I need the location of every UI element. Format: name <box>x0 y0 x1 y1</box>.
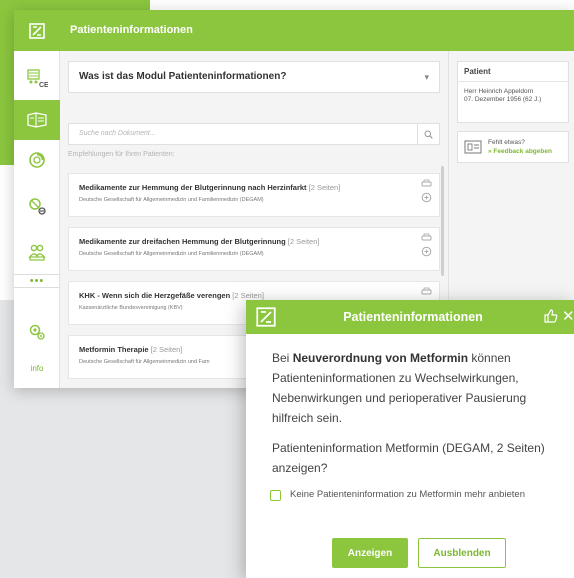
info-leaflet-icon <box>27 112 47 128</box>
module-info-dropdown[interactable]: Was ist das Modul Patienteninformationen… <box>68 61 440 93</box>
sidebar-item-people[interactable] <box>14 232 60 272</box>
preview-icon[interactable] <box>421 192 432 203</box>
header-title: Patienteninformationen <box>60 10 574 51</box>
document-source: Deutsche Gesellschaft für Allgemeinmediz… <box>79 251 264 257</box>
dont-offer-again-label[interactable]: Keine Patienteninformation zu Metformin … <box>290 487 570 502</box>
print-icon[interactable] <box>421 287 432 296</box>
logo-icon <box>29 22 45 39</box>
pill-icon <box>29 152 45 168</box>
document-source: Deutsche Gesellschaft für Allgemeinmediz… <box>79 197 264 203</box>
cart-ce-icon: CE <box>27 69 48 88</box>
sidebar-info-link[interactable]: info <box>14 364 60 373</box>
sidebar-more[interactable]: ••• <box>14 274 60 288</box>
close-icon[interactable]: ✕ <box>562 307 574 327</box>
document-title[interactable]: Metformin Therapie [2 Seiten] <box>79 345 182 354</box>
settings-icon <box>29 324 45 340</box>
search-input[interactable]: Suche nach Dokument... <box>68 123 440 145</box>
patient-heading: Patient <box>458 62 568 82</box>
dialog-question: Patienteninformation Metformin (DEGAM, 2… <box>272 441 545 475</box>
metformin-info-dialog: Patienteninformationen ✕ Bei Neuverordnu… <box>246 300 574 578</box>
sidebar-item-therapy[interactable] <box>14 186 60 226</box>
dialog-title: Patienteninformationen <box>343 310 483 324</box>
preview-icon[interactable] <box>421 246 432 257</box>
module-info-label: Was ist das Modul Patienteninformationen… <box>79 71 287 82</box>
document-source: Kassenärztliche Bundesvereinigung (KBV) <box>79 305 183 311</box>
sidebar-item-settings[interactable] <box>14 312 60 352</box>
document-title[interactable]: Medikamente zur dreifachen Hemmung der B… <box>79 237 320 246</box>
hide-button[interactable]: Ausblenden <box>418 538 506 568</box>
print-icon[interactable] <box>421 233 432 242</box>
patient-card: Patient Herr Heinrich Appeldorn 07. Deze… <box>457 61 569 123</box>
print-icon[interactable] <box>421 179 432 188</box>
sidebar-item-patient-info[interactable] <box>14 100 60 140</box>
list-item[interactable]: Medikamente zur Hemmung der Blutgerinnun… <box>68 173 440 217</box>
sidebar: CE ••• info <box>14 10 60 388</box>
chevron-down-icon: ▾ <box>424 72 429 82</box>
people-icon <box>28 244 46 261</box>
dialog-message: Bei Neuverordnung von Metformin können P… <box>272 351 527 425</box>
document-title[interactable]: KHK - Wenn sich die Herzgefäße verengen … <box>79 291 264 300</box>
svg-text:CE: CE <box>39 82 48 88</box>
scrollbar[interactable] <box>441 166 444 276</box>
app-logo[interactable] <box>14 10 60 51</box>
feedback-card[interactable]: Fehlt etwas? » Feedback abgeben <box>457 131 569 163</box>
sidebar-item-medication[interactable] <box>14 140 60 180</box>
sidebar-item-cart[interactable]: CE <box>14 58 60 98</box>
search-icon[interactable] <box>417 124 439 144</box>
dialog-header: Patienteninformationen ✕ <box>246 300 574 334</box>
dont-offer-again-checkbox[interactable] <box>270 490 281 501</box>
recommendations-label: Empfehlungen für Ihren Patienten: <box>68 151 175 158</box>
search-placeholder: Suche nach Dokument... <box>79 130 156 137</box>
document-source: Deutsche Gesellschaft für Allgemeinmediz… <box>79 359 210 365</box>
feedback-question: Fehlt etwas? <box>488 139 525 146</box>
more-icon: ••• <box>29 275 45 287</box>
feedback-link[interactable]: » Feedback abgeben <box>488 148 552 155</box>
patient-dob: 07. Dezember 1956 (62 J.) <box>464 96 542 103</box>
dialog-message-bold: Neuverordnung von Metformin <box>292 351 469 365</box>
list-item[interactable]: Medikamente zur dreifachen Hemmung der B… <box>68 227 440 271</box>
document-title[interactable]: Medikamente zur Hemmung der Blutgerinnun… <box>79 183 340 192</box>
thumbs-up-icon[interactable] <box>544 309 558 323</box>
therapy-icon <box>29 198 46 215</box>
patient-name: Herr Heinrich Appeldorn <box>464 88 534 95</box>
feedback-icon <box>464 140 482 154</box>
show-button[interactable]: Anzeigen <box>332 538 408 568</box>
